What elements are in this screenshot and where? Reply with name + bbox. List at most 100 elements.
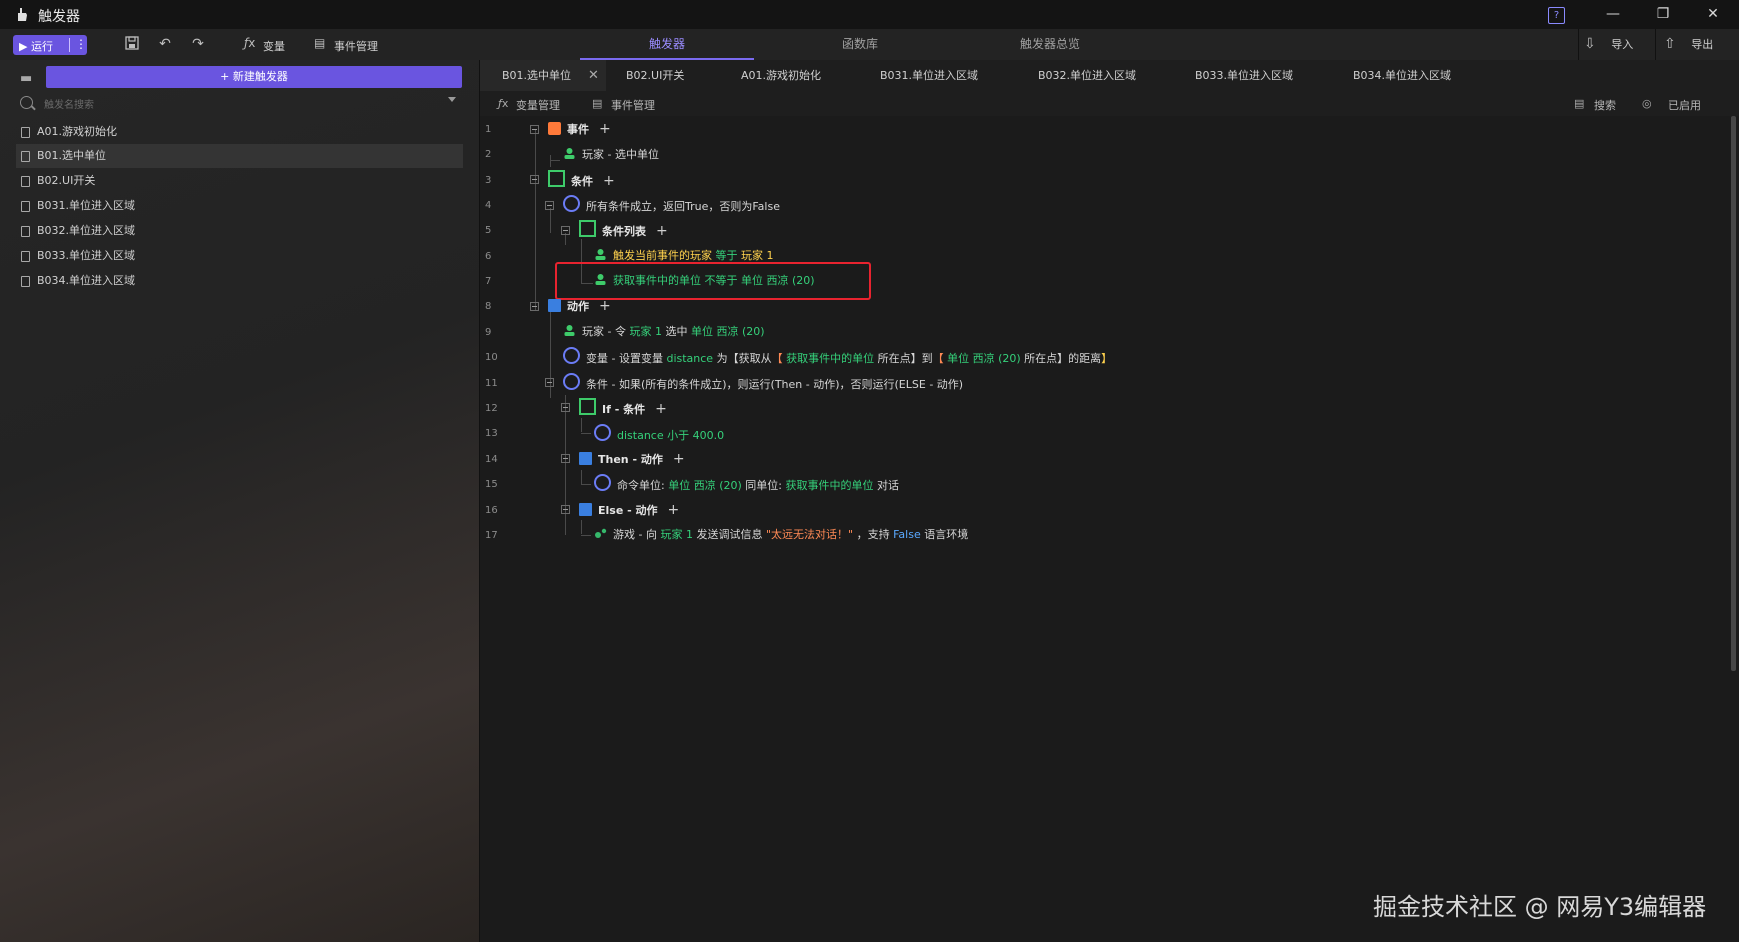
line-number: 14 (485, 454, 498, 465)
trigger-item-b033[interactable]: B033.单位进入区域 (16, 244, 463, 268)
file-tab-b034[interactable]: B034.单位进入区域 (1353, 60, 1451, 91)
search-icon: ▤ (1574, 97, 1585, 110)
trigger-item-b034[interactable]: B034.单位进入区域 (16, 269, 463, 293)
collapse-toggle[interactable] (545, 201, 554, 210)
file-tab-b032[interactable]: B032.单位进入区域 (1038, 60, 1136, 91)
collapse-toggle[interactable] (561, 403, 570, 412)
line-number: 9 (485, 327, 492, 338)
if-condition-label: If - 条件 (602, 403, 646, 416)
action-param[interactable]: 单位 西凉 (20) (947, 352, 1021, 365)
condition-param[interactable]: 玩家 1 (741, 249, 774, 262)
collapse-toggle[interactable] (530, 175, 539, 184)
event-manager-button[interactable]: 事件管理 (334, 38, 378, 54)
condition-icon (579, 220, 596, 237)
if-then-else-row[interactable]: 条件 - 如果(所有的条件成立)，则运行(Then - 动作)，否则运行(ELS… (563, 373, 963, 393)
add-action-icon[interactable]: + (673, 451, 685, 467)
command-row[interactable]: 命令单位: 单位 西凉 (20) 同单位: 获取事件中的单位 对话 (594, 474, 899, 494)
file-icon (21, 251, 30, 262)
collapse-toggle[interactable] (561, 505, 570, 514)
file-tab-b033[interactable]: B033.单位进入区域 (1195, 60, 1293, 91)
close-icon[interactable]: ✕ (1690, 0, 1736, 29)
collapse-toggle[interactable] (561, 226, 570, 235)
trigger-item-b032[interactable]: B032.单位进入区域 (16, 219, 463, 243)
if-then-else-text: 条件 - 如果(所有的条件成立)，则运行(Then - 动作)，否则运行(ELS… (586, 378, 964, 391)
command-param[interactable]: 获取事件中的单位 (786, 479, 874, 492)
condition-operator[interactable]: 等于 (716, 249, 738, 262)
redo-icon[interactable]: ↷ (190, 36, 206, 52)
file-tab-b031[interactable]: B031.单位进入区域 (880, 60, 978, 91)
action-section-row[interactable]: 动作 + (548, 296, 611, 316)
compare-operator[interactable]: 小于 (667, 429, 689, 442)
trigger-item-b01[interactable]: B01.选中单位 (16, 144, 463, 168)
add-action-icon[interactable]: + (668, 502, 680, 518)
tree-guide (581, 484, 591, 485)
collapse-toggle[interactable] (561, 454, 570, 463)
file-tab-a01[interactable]: A01.游戏初始化 (741, 60, 821, 91)
condition-icon (579, 398, 596, 415)
action-param[interactable]: 获取事件中的单位 (786, 352, 874, 365)
trigger-item-b031[interactable]: B031.单位进入区域 (16, 194, 463, 218)
tree-guide (581, 520, 582, 534)
run-button[interactable]: ▶ 运行 ⋮ (13, 35, 87, 55)
debug-message-row[interactable]: 游戏 - 向 玩家 1 发送调试信息 "太远无法对话！" ，支持 False 语… (594, 525, 968, 545)
command-param[interactable]: 单位 西凉 (20) (668, 479, 742, 492)
enabled-toggle[interactable]: 已启用 (1668, 97, 1701, 113)
close-tab-icon[interactable]: ✕ (588, 60, 599, 91)
restore-icon[interactable]: ❐ (1640, 0, 1686, 29)
variable-manager-button[interactable]: 变量管理 (516, 97, 560, 113)
search-button[interactable]: 搜索 (1594, 97, 1616, 113)
condition-param[interactable]: 触发当前事件的玩家 (613, 249, 712, 262)
collapse-toggle[interactable] (530, 125, 539, 134)
import-button[interactable]: ⇩ 导入 (1584, 29, 1633, 60)
compare-param[interactable]: 400.0 (693, 429, 725, 442)
export-button[interactable]: ⇧ 导出 (1664, 29, 1713, 60)
folder-icon[interactable]: ▬ (20, 71, 32, 86)
new-trigger-button[interactable]: + 新建触发器 (46, 66, 462, 88)
compare-param[interactable]: distance (617, 429, 664, 442)
add-condition-icon[interactable]: + (656, 223, 668, 239)
condition-list-row[interactable]: 条件列表 + (579, 220, 668, 240)
collapse-toggle[interactable] (545, 378, 554, 387)
undo-icon[interactable]: ↶ (157, 36, 173, 52)
save-icon[interactable] (124, 36, 140, 52)
event-section-row[interactable]: 事件 + (548, 119, 611, 139)
trigger-item-b02[interactable]: B02.UI开关 (16, 169, 463, 193)
help-icon[interactable]: ? (1548, 7, 1565, 24)
tab-trigger[interactable]: 触发器 (580, 29, 754, 60)
action-row[interactable]: 玩家 - 令 玩家 1 选中 单位 西凉 (20) (563, 322, 765, 342)
event-row[interactable]: 玩家 - 选中单位 (563, 145, 659, 165)
tree-guide (550, 160, 560, 161)
run-more-icon[interactable]: ⋮ (75, 37, 87, 51)
tab-function-library[interactable]: 函数库 (770, 29, 950, 60)
else-action-row[interactable]: Else - 动作 + (579, 500, 679, 520)
event-manager-button[interactable]: 事件管理 (611, 97, 655, 113)
action-param[interactable]: distance (666, 352, 713, 365)
add-condition-icon[interactable]: + (603, 173, 615, 189)
then-action-row[interactable]: Then - 动作 + (579, 449, 685, 469)
trigger-item-a01[interactable]: A01.游戏初始化 (16, 120, 463, 144)
collapse-toggle[interactable] (530, 302, 539, 311)
compare-row[interactable]: distance 小于 400.0 (594, 424, 724, 444)
add-event-icon[interactable]: + (599, 121, 611, 137)
debug-param[interactable]: 玩家 1 (660, 528, 693, 541)
add-action-icon[interactable]: + (599, 298, 611, 314)
debug-bool[interactable]: False (893, 528, 921, 541)
tab-trigger-overview[interactable]: 触发器总览 (960, 29, 1140, 60)
file-icon (21, 201, 30, 212)
action-row[interactable]: 变量 - 设置变量 distance 为【获取从【 获取事件中的单位 所在点】到… (563, 347, 1112, 367)
add-condition-icon[interactable]: + (655, 401, 667, 417)
editor-scrollbar[interactable] (1731, 116, 1736, 671)
variable-button[interactable]: 变量 (263, 38, 285, 54)
trigger-search-input[interactable] (42, 95, 426, 115)
file-tab-b01[interactable]: B01.选中单位 ✕ (480, 60, 606, 91)
if-condition-row[interactable]: If - 条件 + (579, 398, 667, 418)
all-conditions-row[interactable]: 所有条件成立，返回True，否则为False (563, 195, 780, 215)
minimize-icon[interactable]: — (1590, 0, 1636, 29)
condition-section-row[interactable]: 条件 + (548, 170, 615, 190)
action-text: 玩家 - 令 (582, 325, 626, 338)
dropdown-arrow-icon[interactable] (448, 97, 456, 102)
debug-message-string[interactable]: "太远无法对话！" (766, 528, 853, 541)
action-param[interactable]: 玩家 1 (629, 325, 662, 338)
action-param[interactable]: 单位 西凉 (20) (691, 325, 765, 338)
file-tab-b02[interactable]: B02.UI开关 (626, 60, 684, 91)
